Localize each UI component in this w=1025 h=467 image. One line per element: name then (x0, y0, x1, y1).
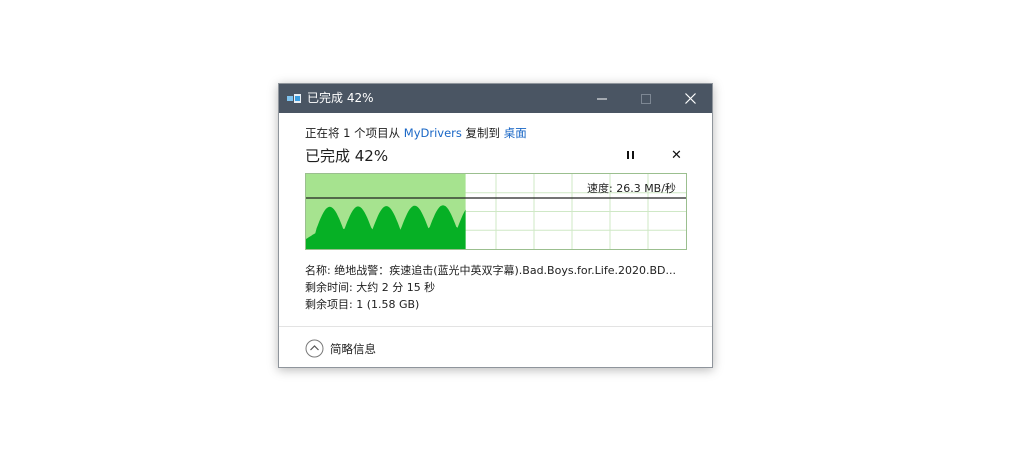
copy-app-icon (287, 94, 301, 103)
fewer-details-label: 简略信息 (330, 341, 376, 356)
pause-icon (627, 151, 629, 159)
copy-description: 正在将 1 个项目从 MyDrivers 复制到 桌面 (305, 125, 527, 141)
progress-status: 已完成 42% (305, 147, 389, 165)
source-link[interactable]: MyDrivers (404, 126, 462, 140)
copy-progress-dialog: 已完成 42% 正在将 1 个项目从 MyDrivers 复制到 桌面 已完成 … (278, 83, 713, 368)
footer-divider (279, 326, 712, 327)
chevron-up-icon (305, 339, 324, 358)
destination-link[interactable]: 桌面 (504, 126, 527, 140)
time-remaining: 剩余时间: 大约 2 分 15 秒 (305, 281, 436, 294)
title-bar[interactable]: 已完成 42% (279, 84, 712, 113)
window-title: 已完成 42% (307, 91, 374, 105)
close-button[interactable] (669, 84, 711, 113)
copy-middle-text: 复制到 (461, 126, 504, 140)
maximize-icon (641, 93, 651, 104)
file-name: 名称: 绝地战警：疾速追击(蓝光中英双字幕).Bad.Boys.for.Life… (305, 264, 676, 277)
cancel-icon: ✕ (671, 148, 682, 163)
transfer-details: 名称: 绝地战警：疾速追击(蓝光中英双字幕).Bad.Boys.for.Life… (305, 262, 676, 313)
copy-prefix-text: 正在将 1 个项目从 (305, 126, 404, 140)
speed-area (306, 205, 466, 249)
fewer-details-toggle[interactable]: 简略信息 (305, 339, 376, 358)
pause-button[interactable] (625, 150, 637, 162)
items-remaining: 剩余项目: 1 (1.58 GB) (305, 298, 420, 311)
pause-icon-bar (632, 151, 634, 159)
speed-label: 速度: 26.3 MB/秒 (587, 182, 676, 195)
minimize-icon (597, 98, 607, 99)
maximize-button[interactable] (625, 84, 667, 113)
cancel-button[interactable]: ✕ (671, 148, 682, 163)
close-icon (684, 93, 696, 104)
minimize-button[interactable] (581, 84, 623, 113)
